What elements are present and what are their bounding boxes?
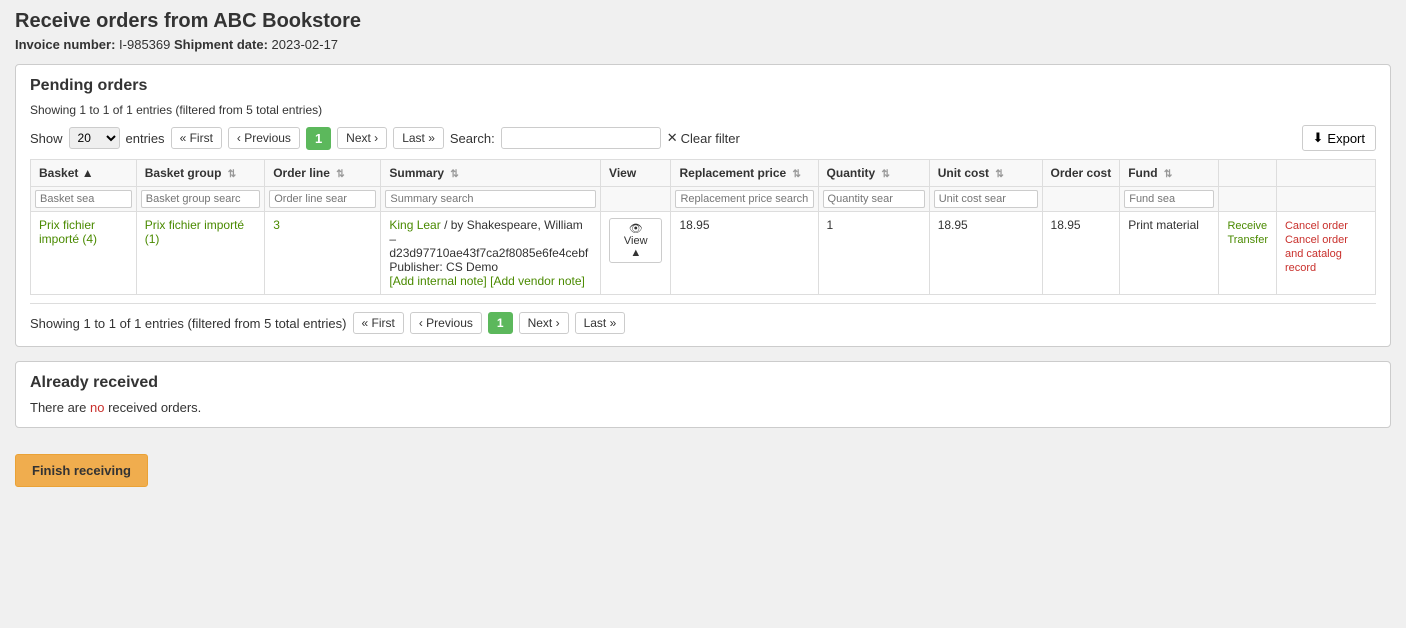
col-fund[interactable]: Fund ⇅ xyxy=(1120,160,1219,187)
table-row: Prix fichier importé (4) Prix fichier im… xyxy=(31,212,1376,295)
next-page-btn-bottom[interactable]: Next › xyxy=(519,312,569,334)
col-order-cost: Order cost xyxy=(1042,160,1120,187)
showing-top: Showing 1 to 1 of 1 entries (filtered fr… xyxy=(30,103,1376,117)
clear-filter-btn[interactable]: ✕ Clear filter xyxy=(667,130,740,146)
last-page-btn-bottom[interactable]: Last » xyxy=(575,312,626,334)
previous-page-btn-bottom[interactable]: ‹ Previous xyxy=(410,312,482,334)
col-view: View xyxy=(601,160,671,187)
col-unit-cost[interactable]: Unit cost ⇅ xyxy=(929,160,1042,187)
top-toolbar: Show 20 10 50 100 entries « First ‹ Prev… xyxy=(30,125,1376,151)
finish-receiving-btn[interactable]: Finish receiving xyxy=(15,454,148,487)
page-title: Receive orders from ABC Bookstore xyxy=(15,10,1391,33)
order-line-link[interactable]: 3 xyxy=(273,218,280,232)
first-page-btn-bottom[interactable]: « First xyxy=(353,312,404,334)
replacement-price-cell: 18.95 xyxy=(671,212,818,295)
summary-title: King Lear / by Shakespeare, William xyxy=(389,218,582,232)
col-action2 xyxy=(1276,160,1375,187)
previous-page-btn-top[interactable]: ‹ Previous xyxy=(228,127,300,149)
add-vendor-note-link[interactable]: [Add vendor note] xyxy=(490,274,585,288)
quantity-search[interactable] xyxy=(823,190,925,208)
pending-orders-section: Pending orders Showing 1 to 1 of 1 entri… xyxy=(15,64,1391,347)
receive-link[interactable]: Receive xyxy=(1227,220,1267,232)
cancel-order-catalog-link[interactable]: Cancel order and catalog record xyxy=(1285,234,1348,274)
col-basket[interactable]: Basket ▲ xyxy=(31,160,137,187)
title-link[interactable]: King Lear xyxy=(389,218,440,232)
table-header-row: Basket ▲ Basket group ⇅ Order line ⇅ Sum… xyxy=(31,160,1376,187)
table-search-row xyxy=(31,187,1376,212)
fund-cell: Print material xyxy=(1120,212,1219,295)
last-page-btn-top[interactable]: Last » xyxy=(393,127,444,149)
replacement-price-search[interactable] xyxy=(675,190,813,208)
basket-link[interactable]: Prix fichier importé (4) xyxy=(39,218,97,246)
col-basket-group[interactable]: Basket group ⇅ xyxy=(136,160,264,187)
pending-orders-title: Pending orders xyxy=(30,77,1376,95)
export-btn[interactable]: ⬇ Export xyxy=(1302,125,1376,151)
col-replacement-price[interactable]: Replacement price ⇅ xyxy=(671,160,818,187)
no-word: no xyxy=(90,400,104,415)
transfer-link[interactable]: Transfer xyxy=(1227,234,1268,246)
next-page-btn-top[interactable]: Next › xyxy=(337,127,387,149)
basket-group-link[interactable]: Prix fichier importé (1) xyxy=(145,218,244,246)
bottom-toolbar: Showing 1 to 1 of 1 entries (filtered fr… xyxy=(30,312,1376,334)
col-action1 xyxy=(1219,160,1277,187)
basket-search[interactable] xyxy=(35,190,132,208)
unit-cost-search[interactable] xyxy=(934,190,1038,208)
order-cost-cell: 18.95 xyxy=(1042,212,1120,295)
entries-label: entries xyxy=(126,131,165,146)
invoice-info: Invoice number: I-985369 Shipment date: … xyxy=(15,37,1391,52)
view-btn[interactable]: 👁 View ▲ xyxy=(609,218,662,263)
summary-publisher: Publisher: CS Demo xyxy=(389,260,498,274)
search-input[interactable] xyxy=(501,127,661,149)
no-received-orders: There are no received orders. xyxy=(30,400,1376,415)
current-page-bottom: 1 xyxy=(488,312,513,334)
add-internal-note-link[interactable]: [Add internal note] xyxy=(389,274,486,288)
basket-group-search[interactable] xyxy=(141,190,260,208)
first-page-btn-top[interactable]: « First xyxy=(171,127,222,149)
summary-id: – d23d97710ae43f7ca2f8085e6fe4cebf xyxy=(389,232,588,260)
col-summary[interactable]: Summary ⇅ xyxy=(381,160,601,187)
show-label: Show xyxy=(30,131,63,146)
current-page-top: 1 xyxy=(306,127,331,150)
showing-bottom: Showing 1 to 1 of 1 entries (filtered fr… xyxy=(30,316,347,331)
unit-cost-cell: 18.95 xyxy=(929,212,1042,295)
order-line-search[interactable] xyxy=(269,190,376,208)
cancel-order-link[interactable]: Cancel order xyxy=(1285,220,1348,232)
already-received-section: Already received There are no received o… xyxy=(15,361,1391,428)
already-received-title: Already received xyxy=(30,374,1376,392)
search-label: Search: xyxy=(450,131,495,146)
quantity-cell: 1 xyxy=(818,212,929,295)
col-quantity[interactable]: Quantity ⇅ xyxy=(818,160,929,187)
orders-table: Basket ▲ Basket group ⇅ Order line ⇅ Sum… xyxy=(30,159,1376,295)
col-order-line[interactable]: Order line ⇅ xyxy=(265,160,381,187)
show-select[interactable]: 20 10 50 100 xyxy=(69,127,120,149)
fund-search[interactable] xyxy=(1124,190,1214,208)
summary-search[interactable] xyxy=(385,190,596,208)
